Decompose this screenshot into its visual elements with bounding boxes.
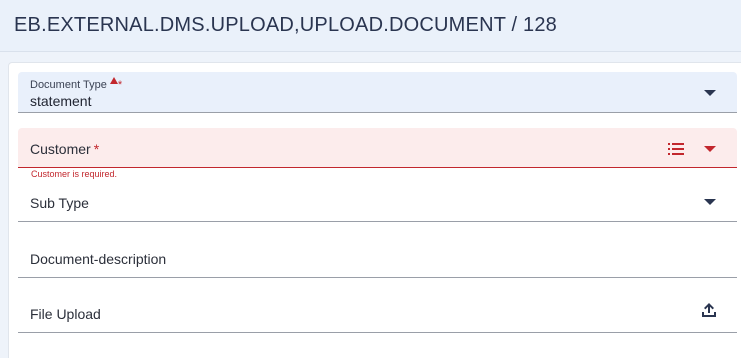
document-description-label: Document-description (30, 251, 167, 267)
required-marker: * (109, 77, 122, 91)
warning-icon (109, 77, 118, 84)
sub-type-label: Sub Type (30, 195, 89, 211)
dropdown-caret-icon[interactable] (704, 146, 716, 152)
field-underline (18, 167, 737, 168)
field-underline (18, 332, 737, 333)
page-header: EB.EXTERNAL.DMS.UPLOAD,UPLOAD.DOCUMENT /… (0, 0, 741, 52)
customer-label-text: Customer (30, 141, 91, 157)
document-description-input[interactable]: Document-description (18, 238, 737, 278)
sub-type-select[interactable]: Sub Type (18, 182, 737, 222)
document-type-value: statement (30, 93, 92, 109)
dropdown-caret-icon[interactable] (704, 199, 716, 205)
customer-label: Customer * (30, 141, 99, 157)
document-type-select[interactable]: Document Type * statement (18, 72, 737, 113)
document-type-label: Document Type * (30, 77, 122, 91)
customer-select[interactable]: Customer * (18, 128, 737, 168)
customer-error-message: Customer is required. (31, 169, 118, 179)
upload-icon[interactable] (700, 301, 718, 319)
field-underline (18, 112, 737, 113)
dropdown-caret-icon[interactable] (704, 90, 716, 96)
document-type-label-text: Document Type (30, 79, 107, 91)
required-marker: * (93, 141, 100, 157)
list-icon[interactable] (668, 142, 684, 156)
file-upload-field[interactable]: File Upload (18, 293, 737, 333)
field-underline (18, 277, 737, 278)
field-underline (18, 221, 737, 222)
page-title: EB.EXTERNAL.DMS.UPLOAD,UPLOAD.DOCUMENT /… (14, 14, 558, 36)
file-upload-label: File Upload (30, 306, 101, 322)
